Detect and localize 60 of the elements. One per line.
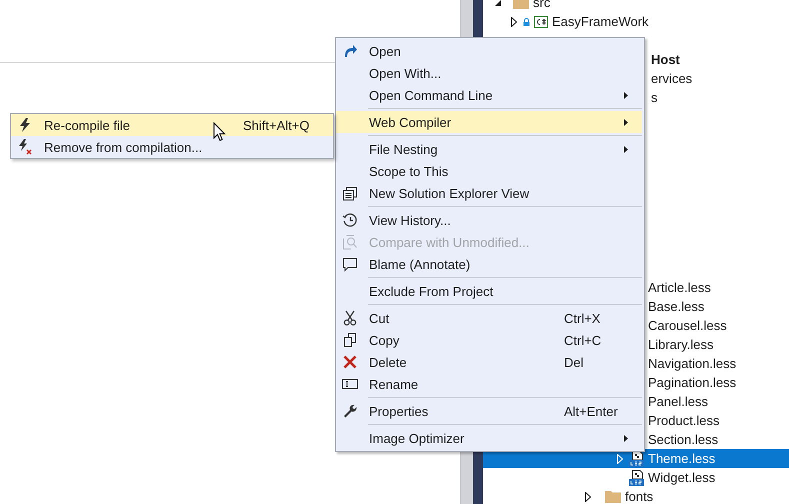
submenu-arrow-icon — [624, 146, 628, 152]
curved-arrow-icon — [342, 44, 358, 58]
explorer-view-icon — [342, 185, 358, 201]
wrench-icon — [343, 404, 357, 418]
tree-item[interactable]: ervices — [651, 69, 692, 88]
menu-item[interactable]: Scope to This — [336, 160, 642, 182]
history-clock-icon — [342, 212, 358, 228]
tree-item[interactable]: fonts — [625, 487, 654, 504]
menu-item[interactable]: Web Compiler — [336, 111, 642, 133]
menu-item[interactable]: Exclude From Project — [336, 280, 642, 302]
compare-icon — [342, 234, 358, 250]
tree-item[interactable]: Section.less — [648, 430, 718, 449]
shortcut-text: Del — [564, 354, 584, 370]
menu-item[interactable]: Image Optimizer — [336, 427, 642, 449]
submenu-arrow-icon — [624, 434, 628, 442]
scissors-icon — [343, 310, 357, 326]
shortcut-text: Ctrl+C — [564, 332, 602, 348]
menu-item[interactable]: View History... — [336, 209, 642, 231]
lightning-icon — [19, 118, 31, 132]
shortcut-text: Shift+Alt+Q — [243, 118, 310, 132]
tree-item[interactable]: Product.less — [648, 411, 720, 430]
menu-item[interactable]: Cut Ctrl+X — [336, 307, 642, 329]
shortcut-text: Alt+Enter — [564, 404, 618, 418]
lightning-remove-icon — [18, 139, 32, 155]
tree-item[interactable]: Widget.less — [648, 468, 716, 487]
shortcut-text: Ctrl+X — [564, 310, 600, 326]
menu-item[interactable]: Blame (Annotate) — [336, 253, 642, 275]
submenu-arrow-icon — [624, 118, 628, 126]
tree-item[interactable]: Panel.less — [648, 392, 708, 411]
tree-item[interactable]: Host — [651, 50, 680, 69]
tree-item[interactable]: s — [651, 88, 658, 107]
menu-item[interactable]: Properties Alt+Enter — [336, 400, 642, 422]
menu-item[interactable]: Open Command Line — [336, 84, 642, 106]
menu-item[interactable]: Re-compile file Shift+Alt+Q — [11, 114, 333, 136]
tree-item[interactable]: Theme.less — [483, 449, 789, 468]
speech-bubble-icon — [342, 256, 358, 272]
submenu-arrow-icon — [624, 92, 628, 98]
tree-item[interactable]: src — [533, 0, 550, 12]
menu-item[interactable]: Open With... — [336, 62, 642, 84]
menu-item[interactable]: File Nesting — [336, 138, 642, 160]
tree-item[interactable]: Navigation.less — [648, 354, 736, 373]
tree-item[interactable]: Pagination.less — [648, 373, 736, 392]
rename-icon — [342, 378, 358, 390]
mouse-cursor-icon — [213, 122, 226, 142]
tree-item[interactable]: EasyFrameWork — [552, 12, 649, 31]
tree-item[interactable]: Library.less — [648, 335, 714, 354]
tree-item[interactable]: Carousel.less — [648, 316, 727, 335]
tree-item[interactable]: Base.less — [648, 297, 704, 316]
menu-item[interactable]: Delete Del — [336, 351, 642, 373]
menu-item[interactable]: Copy Ctrl+C — [336, 329, 642, 351]
csharp-project-icon — [534, 16, 548, 28]
menu-item[interactable]: Rename — [336, 373, 642, 395]
delete-x-icon — [343, 355, 357, 369]
menu-item[interactable]: Remove from compilation... — [11, 136, 333, 158]
tree-item[interactable]: Article.less — [648, 278, 711, 297]
folder-icon — [605, 490, 621, 503]
menu-item[interactable]: Open — [336, 40, 642, 62]
copy-icon — [343, 332, 357, 348]
menu-item[interactable]: New Solution Explorer View — [336, 182, 642, 204]
less-file-icon — [629, 470, 644, 486]
